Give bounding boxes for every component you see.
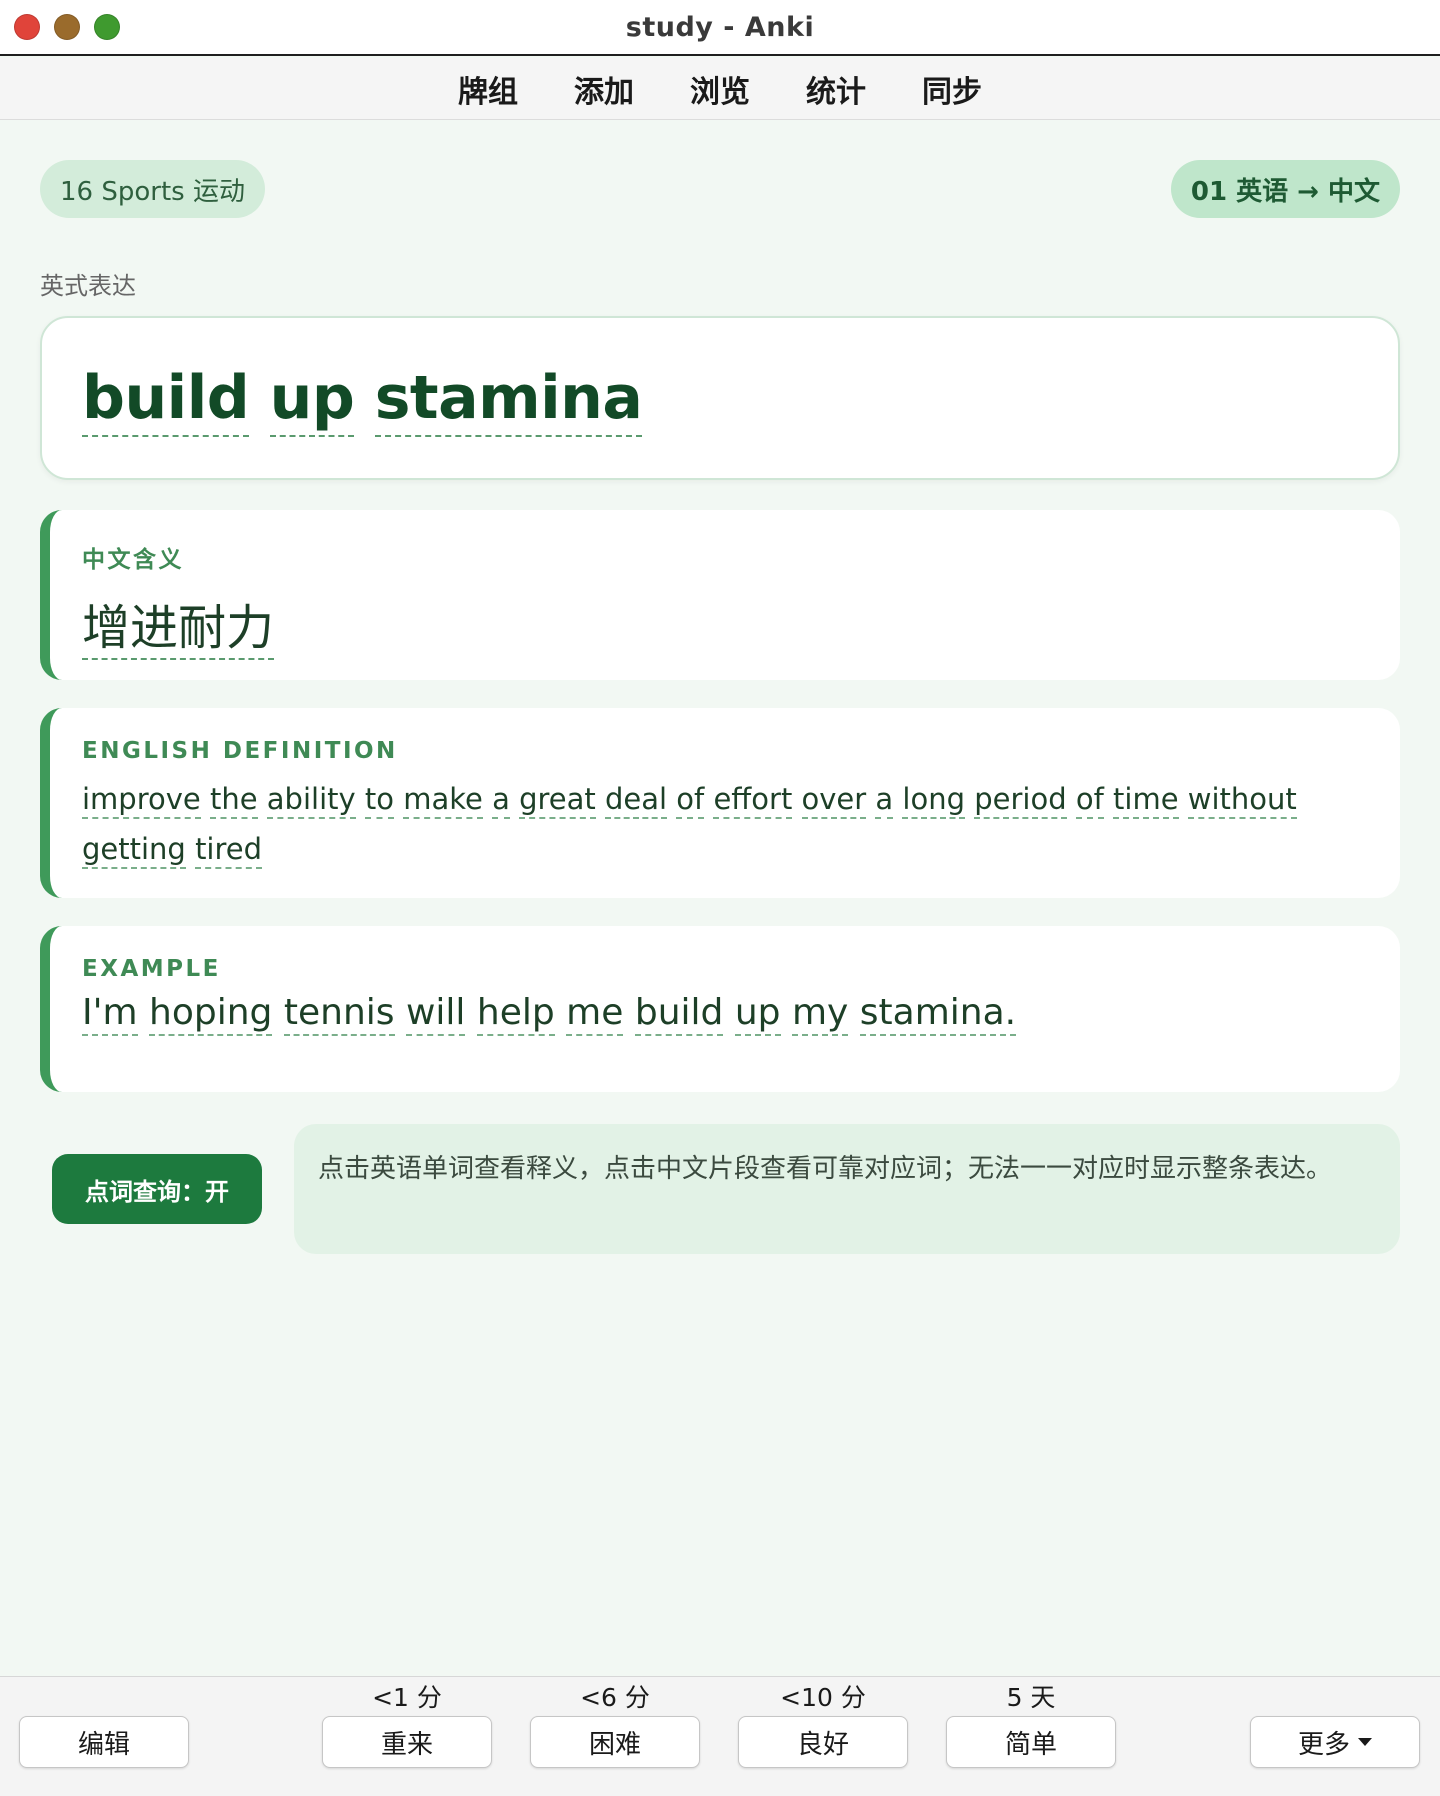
definition-word[interactable]: improve [82,782,201,819]
expression-word[interactable]: build [82,363,250,437]
example-word[interactable]: hoping [149,992,273,1036]
example-word[interactable]: me [566,992,624,1036]
chinese-meaning: 增进耐力 [82,588,1368,660]
chinese-meaning-label: 中文含义 [82,547,184,573]
example-word[interactable]: stamina. [859,992,1017,1036]
bottom-answer-bar [0,1676,1440,1796]
good-button[interactable]: 良好 [738,1716,908,1768]
edit-button[interactable]: 编辑 [19,1716,189,1768]
direction-pill: 01 英语 → 中文 [1170,160,1400,218]
anki-window: study - Anki 牌组 添加 浏览 统计 同步 16 Sports 运动… [0,0,1440,1796]
definition-word[interactable]: of [1075,782,1104,819]
maximize-window-button[interactable] [94,14,120,40]
example-word[interactable]: build [634,992,724,1036]
english-definition: improve the ability to make a great deal… [82,774,1368,874]
definition-word[interactable]: great [519,782,596,819]
menu-stats[interactable]: 统计 [778,67,894,111]
chinese-meaning-card: 中文含义 增进耐力 [40,510,1400,680]
definition-word[interactable]: getting [82,832,186,869]
expression: build up stamina [82,363,643,437]
chevron-down-icon [1358,1738,1372,1746]
title-bar: study - Anki [0,0,1440,56]
example-label: EXAMPLE [82,956,221,982]
example-word[interactable]: up [734,992,781,1036]
definition-word[interactable]: time [1113,782,1179,819]
example-word[interactable]: tennis [283,992,395,1036]
again-button[interactable]: 重来 [322,1716,492,1768]
more-button[interactable]: 更多 [1250,1716,1420,1768]
example-sentence: I'm hoping tennis will help me build up … [82,992,1368,1036]
close-window-button[interactable] [14,14,40,40]
again-interval: <1 分 [372,1683,442,1712]
deck-pill: 16 Sports 运动 [40,160,265,218]
definition-word[interactable]: make [403,782,483,819]
hard-interval: <6 分 [580,1683,650,1712]
expression-word[interactable]: stamina [374,363,643,437]
example-word[interactable]: my [791,992,849,1036]
definition-word[interactable]: ability [266,782,356,819]
definition-word[interactable]: effort [713,782,793,819]
easy-interval: 5 天 [1006,1683,1056,1712]
english-definition-card: ENGLISH DEFINITION improve the ability t… [40,708,1400,898]
definition-word[interactable]: a [875,782,894,819]
menu-sync[interactable]: 同步 [894,67,1010,111]
more-button-label: 更多 [1297,1729,1350,1760]
window-controls [14,14,120,40]
definition-word[interactable]: a [492,782,510,819]
minimize-window-button[interactable] [54,14,80,40]
english-definition-label: ENGLISH DEFINITION [82,738,398,764]
good-interval: <10 分 [780,1683,866,1712]
example-word[interactable]: help [476,992,555,1036]
definition-word[interactable]: deal [604,782,668,819]
lookup-hint: 点击英语单词查看释义，点击中文片段查看可靠对应词；无法一一对应时显示整条表达。 [294,1124,1400,1254]
definition-word[interactable]: long [902,782,966,819]
definition-word[interactable]: period [974,782,1067,819]
definition-word[interactable]: to [364,782,395,819]
definition-word[interactable]: of [676,782,705,819]
menu-browse[interactable]: 浏览 [662,67,778,111]
menu-add[interactable]: 添加 [546,67,662,111]
menu-decks[interactable]: 牌组 [430,67,546,111]
example-card: EXAMPLE I'm hoping tennis will help me b… [40,926,1400,1092]
expression-word[interactable]: up [269,363,355,437]
definition-word[interactable]: over [801,782,867,819]
word-lookup-toggle-button[interactable]: 点词查询：开 [52,1154,262,1224]
easy-button[interactable]: 简单 [946,1716,1116,1768]
chinese-meaning-text[interactable]: 增进耐力 [82,600,275,660]
hard-button[interactable]: 困难 [530,1716,700,1768]
example-word[interactable]: will [405,992,466,1036]
top-menu: 牌组 添加 浏览 统计 同步 [0,58,1440,120]
window-title: study - Anki [625,11,815,43]
definition-word[interactable]: without [1187,782,1297,819]
expression-card: build up stamina [40,316,1400,480]
example-word[interactable]: I'm [82,992,138,1036]
definition-word[interactable]: tired [195,832,263,869]
definition-word[interactable]: the [209,782,258,819]
section-label: 英式表达 [40,272,136,300]
